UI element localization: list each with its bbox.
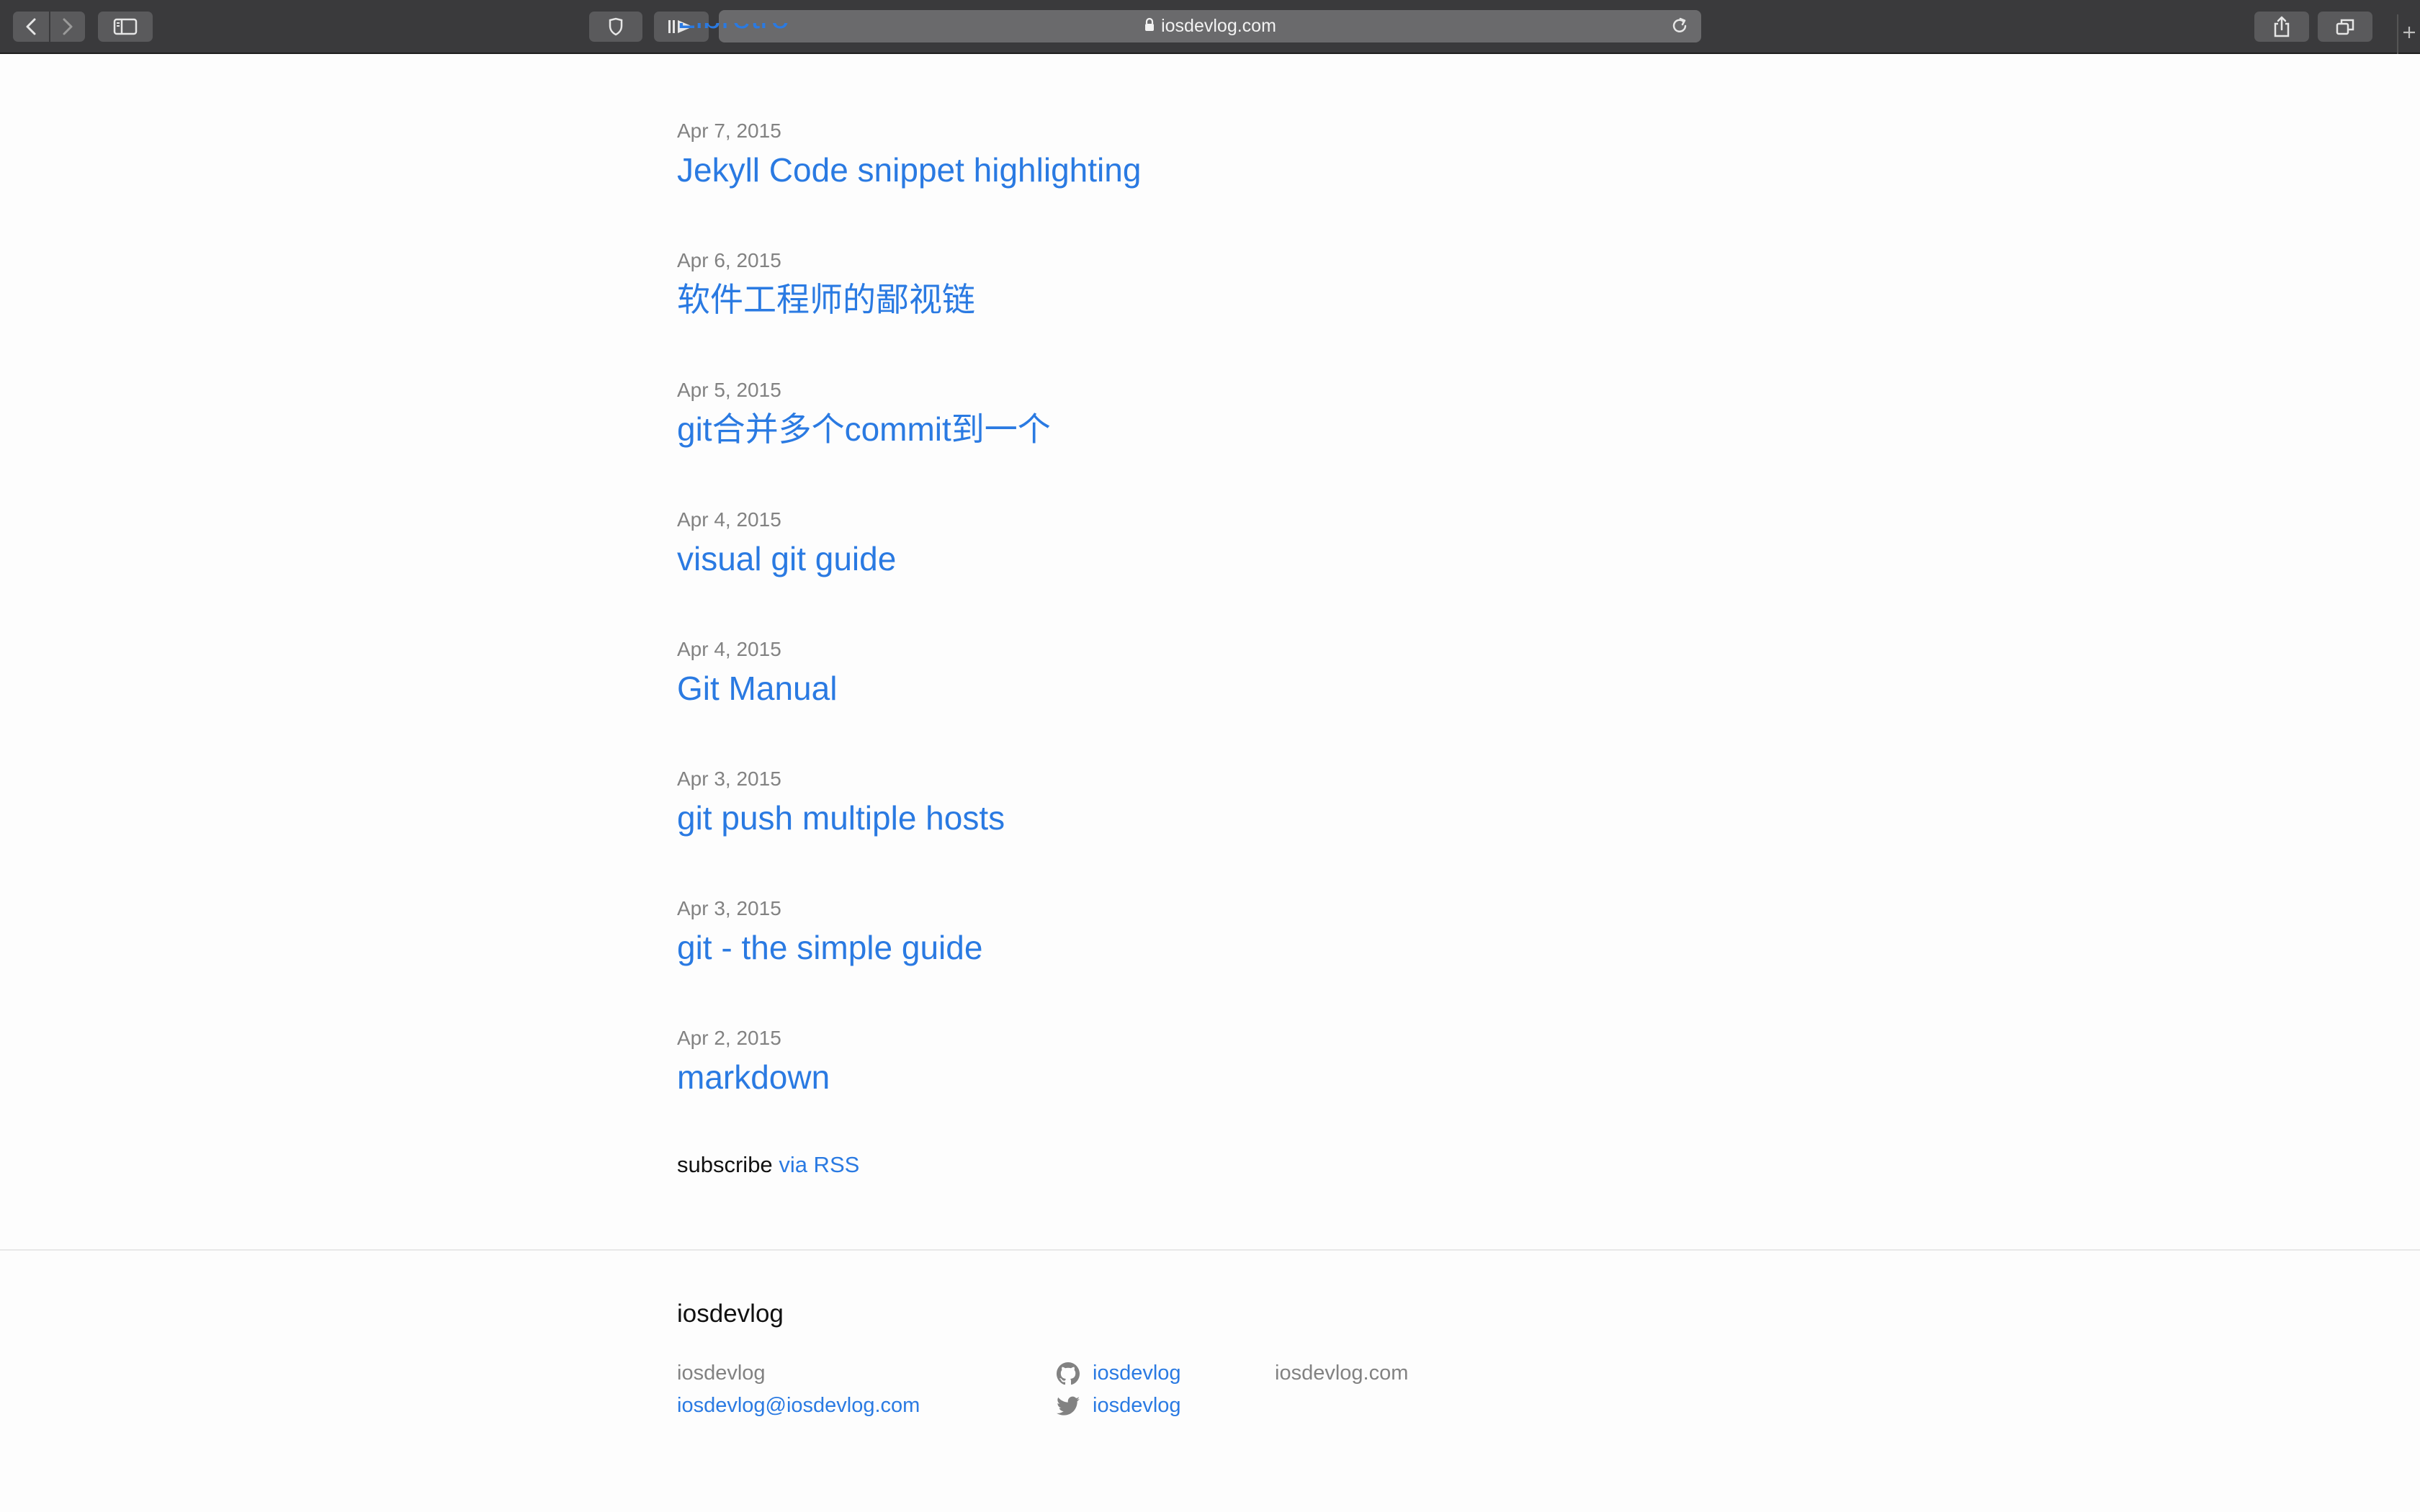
post-link[interactable]: visual git guide xyxy=(677,538,896,580)
browser-toolbar: iosdevlog.com xyxy=(0,0,2420,54)
partial-post-title[interactable]: Libretro xyxy=(677,23,789,54)
footer-description-text: iosdevlog.com xyxy=(1275,1362,1409,1385)
post-date: Apr 2, 2015 xyxy=(677,1027,781,1049)
shield-icon xyxy=(608,17,624,36)
post-date: Apr 5, 2015 xyxy=(677,379,781,401)
post-item: Apr 5, 2015 git合并多个commit到一个 xyxy=(677,378,1051,450)
lock-icon xyxy=(1144,16,1155,37)
forward-icon xyxy=(61,17,74,36)
sidebar-icon xyxy=(113,18,138,35)
post-link[interactable]: git - the simple guide xyxy=(677,927,982,968)
post-date: Apr 6, 2015 xyxy=(677,249,781,271)
reload-icon[interactable] xyxy=(1670,16,1690,41)
post-link[interactable]: markdown xyxy=(677,1056,830,1098)
post-date: Apr 3, 2015 xyxy=(677,768,781,790)
footer-name: iosdevlog xyxy=(677,1362,766,1385)
tabs-button[interactable] xyxy=(2318,12,2372,42)
footer-contact: iosdevlog iosdevlog@iosdevlog.com xyxy=(677,1357,920,1422)
post-item: Apr 7, 2015 Jekyll Code snippet highligh… xyxy=(677,119,1141,191)
post-link[interactable]: 软件工程师的鄙视链 xyxy=(677,279,975,320)
rss-link[interactable]: via RSS xyxy=(779,1152,859,1177)
github-row: iosdevlog xyxy=(1055,1357,1181,1390)
forward-button[interactable] xyxy=(50,12,85,42)
post-date: Apr 4, 2015 xyxy=(677,638,781,660)
post-item: Apr 6, 2015 软件工程师的鄙视链 xyxy=(677,248,975,320)
new-tab-icon xyxy=(2401,24,2417,44)
post-date: Apr 4, 2015 xyxy=(677,508,781,531)
back-button[interactable] xyxy=(13,12,49,42)
post-item: Apr 4, 2015 visual git guide xyxy=(677,508,896,580)
post-item: Apr 4, 2015 Git Manual xyxy=(677,637,837,709)
github-icon xyxy=(1055,1361,1081,1387)
back-icon xyxy=(24,17,37,36)
twitter-row: iosdevlog xyxy=(1055,1390,1181,1422)
sidebar-button[interactable] xyxy=(98,12,153,42)
post-link[interactable]: Jekyll Code snippet highlighting xyxy=(677,149,1141,191)
shield-button[interactable] xyxy=(589,12,642,42)
post-link[interactable]: Git Manual xyxy=(677,667,837,709)
post-item: Apr 2, 2015 markdown xyxy=(677,1026,830,1098)
share-icon xyxy=(2272,16,2291,37)
footer-social: iosdevlog iosdevlog xyxy=(1055,1357,1181,1422)
footer-divider xyxy=(0,1249,2420,1251)
footer-title: iosdevlog xyxy=(677,1300,784,1328)
post-item: Apr 3, 2015 git push multiple hosts xyxy=(677,767,1005,839)
subscribe-line: subscribe via RSS xyxy=(677,1152,859,1178)
footer-email-link[interactable]: iosdevlog@iosdevlog.com xyxy=(677,1390,920,1422)
address-bar[interactable]: iosdevlog.com xyxy=(719,10,1701,42)
subscribe-text: subscribe xyxy=(677,1152,773,1177)
post-item: Apr 3, 2015 git - the simple guide xyxy=(677,896,982,968)
post-link[interactable]: git push multiple hosts xyxy=(677,797,1005,839)
post-link[interactable]: git合并多个commit到一个 xyxy=(677,408,1051,450)
tabs-icon xyxy=(2335,17,2355,36)
twitter-link[interactable]: iosdevlog xyxy=(1093,1390,1181,1422)
share-button[interactable] xyxy=(2254,12,2309,42)
url-text: iosdevlog.com xyxy=(1161,16,1276,36)
new-tab-button[interactable] xyxy=(2397,14,2420,54)
twitter-icon xyxy=(1055,1393,1081,1419)
footer-description: iosdevlog.com xyxy=(1275,1357,1408,1390)
post-date: Apr 3, 2015 xyxy=(677,897,781,919)
github-link[interactable]: iosdevlog xyxy=(1093,1357,1181,1390)
post-date: Apr 7, 2015 xyxy=(677,120,781,142)
